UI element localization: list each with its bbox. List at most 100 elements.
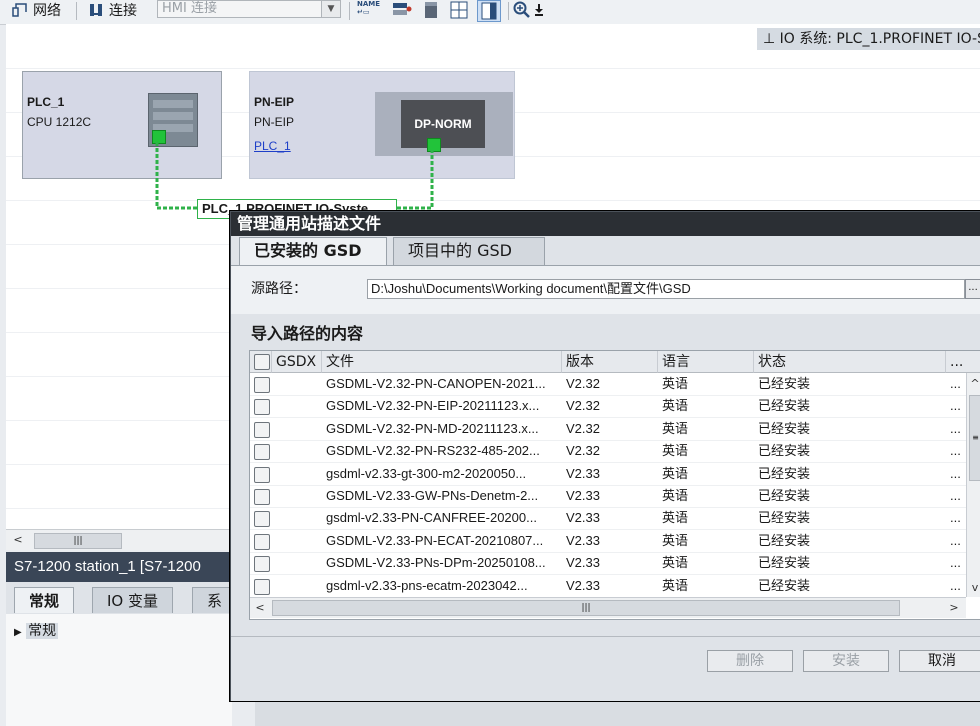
browse-button[interactable]: ... — [965, 279, 980, 299]
cell-more: ... — [950, 510, 961, 526]
source-path-label: 源路径： — [251, 281, 307, 297]
cell-file: GSDML-V2.33-PN-ECAT-20210807... — [326, 532, 544, 548]
cancel-button[interactable]: 取消 — [899, 650, 980, 672]
import-path-content-heading: 导入路径的内容 — [251, 324, 364, 343]
table-row[interactable]: gsdml-v2.33-pns-ecatm-2023042... V2.33 英语 已… — [250, 575, 966, 598]
row-checkbox[interactable] — [254, 578, 270, 595]
chevron-left-icon[interactable]: < — [10, 531, 26, 549]
cell-version: V2.33 — [566, 577, 600, 593]
cell-status: 已经安装 — [758, 577, 811, 593]
chevron-down-icon[interactable]: v — [967, 579, 980, 597]
cell-language: 英语 — [662, 376, 689, 391]
row-checkbox[interactable] — [254, 556, 270, 573]
row-checkbox[interactable] — [254, 399, 270, 416]
cell-version: V2.33 — [566, 510, 600, 526]
row-checkbox[interactable] — [254, 489, 270, 505]
table-row[interactable]: GSDML-V2.33-PNs-DPm-20250108... V2.33 英语 已经… — [250, 552, 966, 576]
table-vscrollbar[interactable]: ^ ≡ v — [966, 373, 980, 597]
cell-more: ... — [950, 376, 961, 391]
cell-status: 已经安装 — [758, 420, 811, 436]
chevron-right-icon[interactable]: > — [946, 599, 962, 617]
table-row[interactable]: GSDML-V2.32-PN-RS232-485-202... V2.32 英语 已经… — [250, 440, 966, 464]
cell-status: 已经安装 — [758, 532, 811, 548]
cell-version: V2.33 — [566, 532, 600, 548]
cell-more: ... — [950, 555, 961, 571]
cell-status: 已经安装 — [758, 376, 811, 391]
cell-version: V2.33 — [566, 465, 600, 481]
cell-more: ... — [950, 577, 961, 593]
row-checkbox[interactable] — [254, 466, 270, 483]
table-row[interactable]: GSDML-V2.33-PN-ECAT-20210807... V2.33 英语 已经… — [250, 530, 966, 553]
manage-gsd-dialog: 管理通用站描述文件 已安装的 GSD 项目中的 GSD 源路径： D:\Josh… — [230, 211, 980, 701]
tree-item-general[interactable]: ▶ 常规 — [14, 620, 59, 640]
col-status[interactable]: 状态 — [754, 351, 946, 373]
vscroll-thumb[interactable]: ≡ — [969, 395, 980, 481]
select-all-checkbox[interactable] — [254, 354, 270, 370]
col-gsdx[interactable]: GSDX — [272, 351, 322, 373]
col-version[interactable]: 版本 — [562, 351, 658, 373]
dialog-title: 管理通用站描述文件 — [231, 212, 980, 236]
row-checkbox[interactable] — [254, 444, 270, 461]
table-row[interactable]: GSDML-V2.32-PN-CANOPEN-2021... V2.32 英语 已经安… — [250, 373, 966, 396]
row-checkbox[interactable] — [254, 533, 270, 550]
cell-version: V2.33 — [566, 488, 600, 503]
table-row[interactable]: GSDML-V2.32-PN-EIP-20211123.x... V2.32 英语 已… — [250, 395, 966, 419]
cell-language: 英语 — [662, 420, 689, 436]
cell-more: ... — [950, 488, 961, 503]
cell-file: GSDML-V2.32-PN-MD-20211123.x... — [326, 420, 539, 436]
row-checkbox[interactable] — [254, 421, 270, 438]
cell-file: gsdml-v2.33-gt-300-m2-2020050... — [326, 465, 527, 481]
col-more[interactable]: ... — [946, 351, 980, 373]
cell-more: ... — [950, 443, 961, 459]
col-file[interactable]: 文件 — [322, 351, 562, 373]
canvas-hscrollbar[interactable]: < ||| — [6, 529, 231, 550]
table-row[interactable]: gsdml-v2.33-gt-300-m2-2020050... V2.33 英语 已… — [250, 463, 966, 486]
inspector-tabs: 常规 IO 变量 系统 — [6, 582, 238, 636]
tab-general[interactable]: 常规 — [14, 587, 75, 613]
install-button[interactable]: 安装 — [803, 650, 889, 672]
inspector-body: ▶ 常规 — [6, 614, 232, 726]
cell-language: 英语 — [662, 443, 689, 459]
table-row[interactable]: gsdml-v2.33-PN-CANFREE-20200... V2.33 英语 已经… — [250, 507, 966, 531]
source-path-input[interactable]: D:\Joshu\Documents\Working document\配置文件… — [367, 279, 965, 299]
cell-status: 已经安装 — [758, 443, 811, 459]
cell-more: ... — [950, 532, 961, 548]
cell-language: 英语 — [662, 510, 689, 526]
cell-file: GSDML-V2.32-PN-CANOPEN-2021... — [326, 376, 546, 391]
table-row[interactable]: GSDML-V2.33-GW-PNs-Denetm-2... V2.33 英语 已经安… — [250, 485, 966, 508]
expand-arrow-icon[interactable]: ▶ — [14, 627, 22, 638]
gsd-table: GSDX 文件 版本 语言 状态 ... GSDML-V2.32-PN-CANO… — [249, 350, 980, 620]
cell-status: 已经安装 — [758, 555, 811, 571]
header-select-all[interactable] — [250, 351, 272, 373]
gsd-table-body: GSDML-V2.32-PN-CANOPEN-2021... V2.32 英语 已经安… — [250, 373, 966, 598]
cell-status: 已经安装 — [758, 398, 811, 414]
chevron-up-icon[interactable]: ^ — [967, 375, 980, 393]
cell-version: V2.33 — [566, 555, 600, 571]
cell-language: 英语 — [662, 577, 689, 593]
chevron-left-icon[interactable]: < — [252, 599, 268, 617]
tab-project-gsd[interactable]: 项目中的 GSD — [393, 237, 545, 265]
profinet-connection-line[interactable] — [0, 0, 980, 230]
delete-button[interactable]: 删除 — [707, 650, 793, 672]
cell-status: 已经安装 — [758, 510, 811, 526]
col-language[interactable]: 语言 — [658, 351, 754, 373]
cell-file: GSDML-V2.32-PN-RS232-485-202... — [326, 443, 540, 459]
cell-status: 已经安装 — [758, 488, 811, 503]
tab-installed-gsd[interactable]: 已安装的 GSD — [239, 237, 387, 265]
cell-language: 英语 — [662, 532, 689, 548]
scrollbar-thumb[interactable]: ||| — [34, 533, 122, 549]
cell-more: ... — [950, 398, 961, 414]
table-row[interactable]: GSDML-V2.32-PN-MD-20211123.x... V2.32 英语 已经… — [250, 418, 966, 441]
cell-version: V2.32 — [566, 420, 600, 436]
table-hscrollbar[interactable]: < ||| > — [250, 597, 966, 618]
row-checkbox[interactable] — [254, 377, 270, 393]
tab-io-tags[interactable]: IO 变量 — [92, 587, 173, 613]
cell-file: gsdml-v2.33-pns-ecatm-2023042... — [326, 577, 528, 593]
status-strip — [255, 700, 980, 726]
cell-language: 英语 — [662, 555, 689, 571]
row-checkbox[interactable] — [254, 511, 270, 528]
cell-language: 英语 — [662, 398, 689, 414]
cell-language: 英语 — [662, 488, 689, 503]
tree-item-label: 常规 — [26, 623, 59, 639]
hscroll-thumb[interactable]: ||| — [272, 600, 900, 616]
